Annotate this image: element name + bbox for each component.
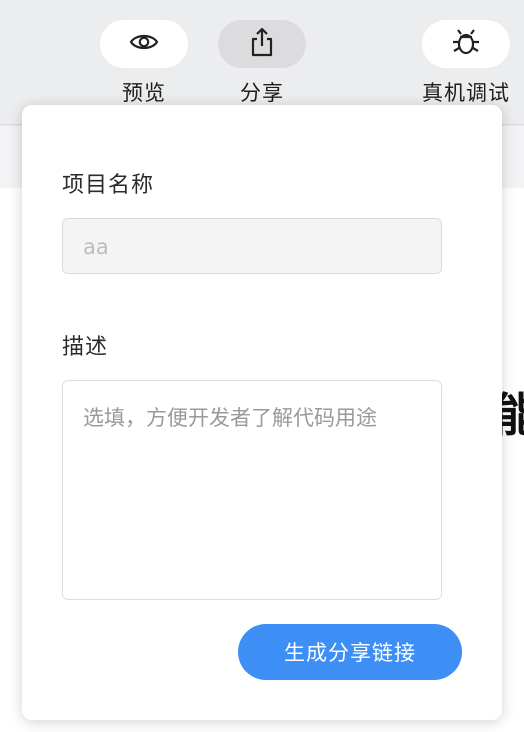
bug-icon: [450, 28, 482, 60]
share-popover: 项目名称 aa 描述 选填，方便开发者了解代码用途 生成分享链接: [22, 105, 502, 720]
project-name-input[interactable]: aa: [62, 218, 442, 274]
share-label: 分享: [240, 81, 284, 105]
share-tool[interactable]: 分享: [218, 20, 306, 107]
debug-tool[interactable]: 真机调试: [422, 20, 510, 107]
eye-icon: [129, 31, 159, 57]
preview-button[interactable]: [100, 20, 188, 68]
debug-button[interactable]: [422, 20, 510, 68]
description-textarea[interactable]: 选填，方便开发者了解代码用途: [62, 380, 442, 600]
preview-tool[interactable]: 预览: [100, 20, 188, 107]
generate-share-link-button[interactable]: 生成分享链接: [238, 624, 462, 680]
share-icon: [249, 27, 275, 61]
description-label: 描述: [62, 335, 109, 360]
project-name-label: 项目名称: [62, 173, 155, 198]
share-button[interactable]: [218, 20, 306, 68]
debug-label: 真机调试: [422, 81, 510, 105]
preview-label: 预览: [122, 81, 166, 105]
